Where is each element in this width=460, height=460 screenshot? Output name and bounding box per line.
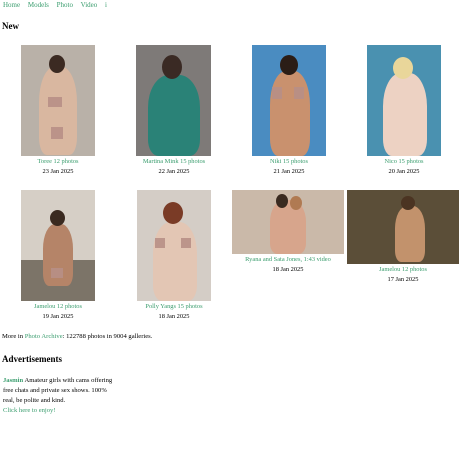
gallery-caption[interactable]: Martina Mink 15 photos <box>128 158 220 165</box>
archive-prefix: More in <box>2 333 25 340</box>
gallery-date: 17 Jan 2025 <box>387 276 419 283</box>
gallery-thumbnail[interactable] <box>21 190 95 301</box>
gallery-card[interactable]: Jamelou 12 photos 17 Jan 2025 <box>347 190 459 283</box>
nav-photo[interactable]: Photo <box>57 1 73 9</box>
gallery-caption[interactable]: Niki 15 photos <box>243 158 335 165</box>
gallery-thumbnail[interactable] <box>347 190 459 264</box>
top-nav: Home Models Photo Video i <box>3 1 113 9</box>
gallery-card[interactable]: Toree 12 photos 23 Jan 2025 <box>12 45 104 175</box>
gallery-card[interactable]: Jamelou 12 photos 19 Jan 2025 <box>12 190 104 320</box>
gallery-caption[interactable]: Polly Yangs 15 photos <box>128 303 220 310</box>
gallery-caption[interactable]: Nico 15 photos <box>358 158 450 165</box>
nav-info[interactable]: i <box>105 1 107 9</box>
gallery-thumbnail[interactable] <box>21 45 95 156</box>
archive-summary: More in Photo Archive: 122788 photos in … <box>2 333 152 340</box>
photo-archive-link[interactable]: Photo Archive <box>25 333 63 340</box>
gallery-caption[interactable]: Jamelou 12 photos <box>347 266 459 273</box>
advertisement: Jasmin Amateur girls with cams offering … <box>3 376 115 416</box>
gallery-thumbnail[interactable] <box>137 190 211 301</box>
ad-cta-link[interactable]: Click here to enjoy! <box>3 407 56 414</box>
gallery-card[interactable]: Niki 15 photos 21 Jan 2025 <box>243 45 335 175</box>
gallery-thumbnail[interactable] <box>232 190 344 254</box>
gallery-card[interactable]: Martina Mink 15 photos 22 Jan 2025 <box>128 45 220 175</box>
gallery-date: 21 Jan 2025 <box>273 168 305 175</box>
gallery-thumbnail[interactable] <box>136 45 211 156</box>
ad-name-link[interactable]: Jasmin <box>3 377 23 384</box>
nav-home[interactable]: Home <box>3 1 20 9</box>
gallery-caption[interactable]: Ryana and Sata Jones, 1:43 video <box>232 256 344 263</box>
archive-suffix: : 122788 photos in 9004 galleries. <box>62 333 153 340</box>
gallery-card[interactable]: Polly Yangs 15 photos 18 Jan 2025 <box>128 190 220 320</box>
gallery-date: 18 Jan 2025 <box>272 266 304 273</box>
gallery-date: 23 Jan 2025 <box>42 168 74 175</box>
gallery-caption[interactable]: Toree 12 photos <box>12 158 104 165</box>
nav-models[interactable]: Models <box>28 1 49 9</box>
gallery-date: 22 Jan 2025 <box>158 168 190 175</box>
section-title-ads: Advertisements <box>2 354 62 364</box>
nav-video[interactable]: Video <box>81 1 98 9</box>
gallery-date: 20 Jan 2025 <box>388 168 420 175</box>
gallery-caption[interactable]: Jamelou 12 photos <box>12 303 104 310</box>
gallery-date: 18 Jan 2025 <box>158 313 190 320</box>
gallery-thumbnail[interactable] <box>367 45 441 156</box>
gallery-thumbnail[interactable] <box>252 45 326 156</box>
gallery-card[interactable]: Ryana and Sata Jones, 1:43 video 18 Jan … <box>232 190 344 273</box>
gallery-date: 19 Jan 2025 <box>42 313 74 320</box>
section-title-new: New <box>2 21 19 31</box>
gallery-card[interactable]: Nico 15 photos 20 Jan 2025 <box>358 45 450 175</box>
